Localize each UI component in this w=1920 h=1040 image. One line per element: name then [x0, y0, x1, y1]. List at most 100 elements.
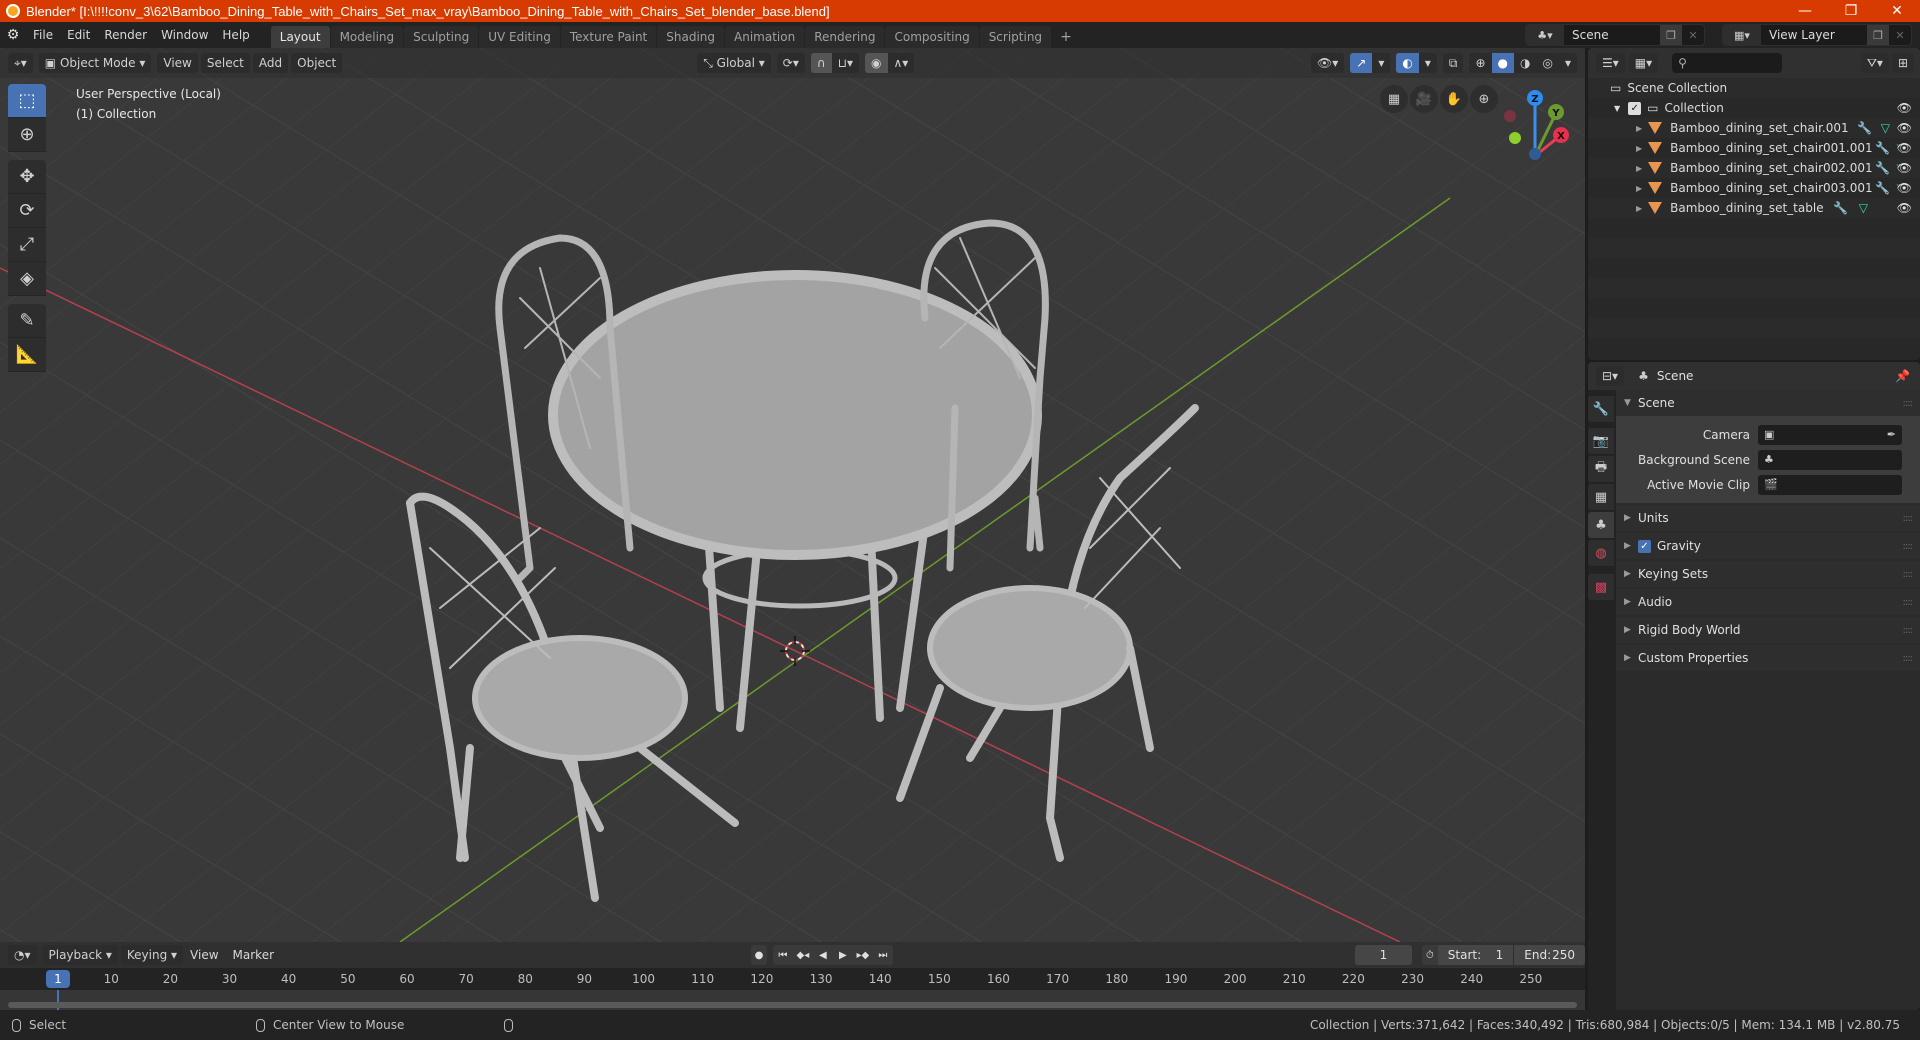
tab-render[interactable]: 📷: [1588, 428, 1614, 454]
blender-menu-icon[interactable]: ⚙: [0, 27, 26, 43]
shading-material-button[interactable]: ◑: [1514, 53, 1537, 73]
xray-toggle[interactable]: ⧉: [1442, 53, 1464, 73]
prev-keyframe-button[interactable]: ◆◂: [792, 945, 813, 965]
eye-icon[interactable]: 👁: [1897, 201, 1912, 215]
use-preview-range-toggle[interactable]: ⏱: [1421, 945, 1438, 965]
modifier-wrench-icon[interactable]: 🔧: [1833, 201, 1848, 215]
pivot-point-button[interactable]: ⟳▾: [776, 53, 805, 73]
shading-options-button[interactable]: ▾: [1558, 53, 1577, 73]
pan-view-button[interactable]: ✋: [1440, 85, 1468, 113]
overlays-toggle[interactable]: ◐: [1396, 53, 1419, 73]
gizmo-options-button[interactable]: ▾: [1372, 53, 1391, 73]
cursor-tool[interactable]: ⊕: [8, 118, 46, 152]
menu-render[interactable]: Render: [97, 22, 154, 48]
gizmo-neg-y[interactable]: [1509, 132, 1521, 144]
proportional-falloff-button[interactable]: ∧▾: [887, 53, 915, 73]
tab-texture[interactable]: ▩: [1588, 574, 1614, 600]
keying-menu[interactable]: Keying ▾: [120, 945, 184, 965]
drag-handle-icon[interactable]: ::::: [1903, 625, 1914, 636]
rotate-tool[interactable]: ⟳: [8, 194, 46, 228]
timeline-ruler[interactable]: 1 10 20 30 40 50 60 70 80 90 100 110 120 130 140 150 160…: [0, 968, 1585, 990]
3d-viewport[interactable]: Z Y X ⌖▾ ▣ Object Mode ▾ View Select Add…: [0, 48, 1585, 942]
playback-menu[interactable]: Playback ▾: [42, 945, 118, 965]
menu-view[interactable]: View: [157, 53, 198, 73]
tab-shading[interactable]: Shading: [657, 26, 724, 48]
menu-file[interactable]: File: [26, 22, 60, 48]
timeline-scrollbar[interactable]: [8, 1002, 1577, 1008]
editor-type-button[interactable]: ⌖▾: [8, 53, 33, 73]
rigid-body-world-panel-header[interactable]: ▶ Rigid Body World ::::: [1616, 617, 1920, 643]
new-collection-button[interactable]: ⊞: [1891, 53, 1914, 73]
tab-layout[interactable]: Layout: [270, 26, 330, 48]
tab-scene[interactable]: ♣: [1588, 512, 1614, 538]
measure-tool[interactable]: 📐: [8, 338, 46, 372]
next-keyframe-button[interactable]: ▸◆: [852, 945, 873, 965]
pin-icon[interactable]: 📌: [1895, 369, 1910, 383]
tab-texture-paint[interactable]: Texture Paint: [560, 26, 657, 48]
modifier-wrench-icon[interactable]: 🔧: [1875, 141, 1890, 155]
add-workspace-button[interactable]: +: [1052, 26, 1080, 48]
collection-row[interactable]: ▼ ✓ ▭ Collection 👁: [1588, 98, 1920, 118]
view-layer-selector[interactable]: ▦▾ View Layer ❐ ✕: [1722, 24, 1912, 46]
collection-exclude-checkbox[interactable]: ✓: [1628, 101, 1642, 115]
background-scene-field[interactable]: ♣: [1758, 449, 1902, 470]
maximize-button[interactable]: ❐: [1828, 0, 1874, 22]
toggle-camera-view-grid-button[interactable]: ▦: [1380, 85, 1408, 113]
scene-collection-row[interactable]: ▭ Scene Collection: [1588, 78, 1920, 98]
scene-selector[interactable]: ♣▾ Scene ❐ ✕: [1525, 24, 1705, 46]
eyedropper-icon[interactable]: ✒: [1887, 428, 1896, 441]
delete-view-layer-button[interactable]: ✕: [1889, 25, 1911, 45]
viewport-scene[interactable]: Z Y X: [0, 48, 1585, 942]
timeline-marker-menu[interactable]: Marker: [226, 942, 281, 968]
end-frame-field[interactable]: End: 250: [1514, 945, 1586, 965]
menu-add[interactable]: Add: [252, 53, 289, 73]
tab-animation[interactable]: Animation: [725, 26, 805, 48]
tab-compositing[interactable]: Compositing: [885, 26, 979, 48]
outliner-object-row[interactable]: ▶ Bamboo_dining_set_chair.001 🔧 ▽ 👁: [1588, 118, 1920, 138]
eye-icon[interactable]: 👁: [1897, 121, 1912, 135]
menu-object[interactable]: Object: [291, 53, 343, 73]
display-mode-button[interactable]: ▦▾: [1628, 53, 1659, 73]
current-frame-field[interactable]: 1: [1354, 945, 1412, 965]
shading-wireframe-button[interactable]: ⊕: [1469, 53, 1492, 73]
scene-name[interactable]: Scene: [1564, 28, 1660, 42]
close-button[interactable]: ✕: [1874, 0, 1920, 22]
outliner-editor-type-button[interactable]: ☰▾: [1596, 53, 1625, 73]
modifier-wrench-icon[interactable]: 🔧: [1857, 121, 1872, 135]
tab-world[interactable]: ◍: [1588, 540, 1614, 566]
transform-tool[interactable]: ◈: [8, 262, 46, 296]
tab-tool[interactable]: 🔧: [1588, 396, 1614, 422]
eye-icon[interactable]: 👁: [1897, 161, 1912, 175]
drag-handle-icon[interactable]: ::::: [1903, 569, 1914, 580]
tab-uv-editing[interactable]: UV Editing: [479, 26, 560, 48]
gizmo-neg-x[interactable]: [1504, 110, 1516, 122]
expand-arrow-icon[interactable]: ▶: [1636, 204, 1642, 213]
move-tool[interactable]: ✥: [8, 160, 46, 194]
camera-field[interactable]: ▣ ✒: [1758, 424, 1902, 445]
jump-end-button[interactable]: ⏭: [872, 945, 893, 965]
modifier-wrench-icon[interactable]: 🔧: [1875, 161, 1890, 175]
overlays-options-button[interactable]: ▾: [1418, 53, 1437, 73]
proportional-edit-toggle[interactable]: ◉: [865, 53, 888, 73]
annotate-tool[interactable]: ✎: [8, 304, 46, 338]
camera-view-button[interactable]: 🎥: [1410, 85, 1438, 113]
eye-icon[interactable]: 👁: [1897, 101, 1912, 115]
delete-scene-button[interactable]: ✕: [1682, 25, 1704, 45]
play-reverse-button[interactable]: ◀: [812, 945, 833, 965]
eye-icon[interactable]: 👁: [1897, 181, 1912, 195]
properties-editor-type-button[interactable]: ⊟▾: [1596, 366, 1625, 386]
timeline-editor-type-button[interactable]: ◔▾: [8, 945, 37, 965]
active-movie-clip-field[interactable]: 🎬: [1758, 474, 1902, 495]
mode-selector[interactable]: ▣ Object Mode ▾: [38, 53, 152, 73]
visibility-selectability-button[interactable]: 👁▾: [1311, 53, 1345, 73]
expand-arrow-icon[interactable]: ▶: [1636, 164, 1642, 173]
expand-arrow-icon[interactable]: ▼: [1614, 104, 1620, 113]
custom-properties-panel-header[interactable]: ▶ Custom Properties ::::: [1616, 645, 1920, 671]
timeline-view-menu[interactable]: View: [183, 942, 225, 968]
menu-select[interactable]: Select: [200, 53, 250, 73]
menu-window[interactable]: Window: [154, 22, 215, 48]
keying-sets-panel-header[interactable]: ▶ Keying Sets ::::: [1616, 561, 1920, 587]
mesh-data-icon[interactable]: ▽: [1859, 201, 1868, 215]
view-layer-name[interactable]: View Layer: [1761, 28, 1867, 42]
gizmo-neg-z[interactable]: [1529, 148, 1541, 160]
